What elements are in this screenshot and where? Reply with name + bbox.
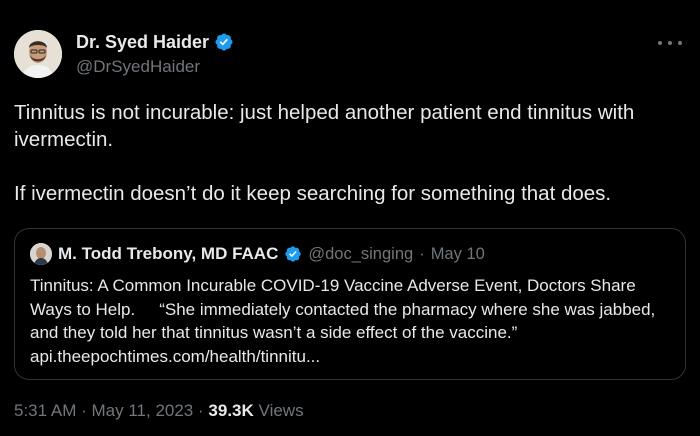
quoted-tweet-header: M. Todd Trebony, MD FAAC @doc_singing · … [30,242,485,266]
quoted-date: May 10 [430,244,485,263]
tweet-meta: 5:31 AM · May 11, 2023 · 39.3K Views [14,401,304,421]
separator: · [198,401,204,420]
author-display-name[interactable]: Dr. Syed Haider [76,32,209,53]
quoted-handle: @doc_singing [308,244,414,263]
tweet-paragraph: Tinnitus is not incurable: just helped a… [14,101,635,151]
verified-badge-icon[interactable] [214,32,234,52]
tweet-date[interactable]: May 11, 2023 [92,401,194,420]
views-label: Views [258,401,304,420]
quoted-display-name: M. Todd Trebony, MD FAAC [58,244,279,263]
quoted-link[interactable]: api.theepochtimes.com/health/tinnitu... [30,347,320,366]
tweet-header: Dr. Syed Haider @DrSyedHaider [14,26,686,82]
tweet-time[interactable]: 5:31 AM [14,401,76,420]
author-handle[interactable]: @DrSyedHaider [76,57,234,77]
more-options-icon[interactable] [658,36,682,50]
separator: · [419,244,425,263]
avatar[interactable] [14,30,62,78]
verified-badge-icon [285,246,302,262]
tweet-text: Tinnitus is not incurable: just helped a… [14,99,686,207]
author-names: Dr. Syed Haider @DrSyedHaider [76,31,234,77]
tweet-paragraph: If ivermectin doesn’t do it keep searchi… [14,182,612,205]
views-count: 39.3K [208,401,254,420]
quoted-tweet-text: Tinnitus: A Common Incurable COVID-19 Va… [30,274,680,368]
tweet: Dr. Syed Haider @DrSyedHaider Tinnitus i… [0,0,700,436]
separator: · [81,401,87,420]
avatar-image [14,30,62,78]
quoted-tweet[interactable]: M. Todd Trebony, MD FAAC @doc_singing · … [14,228,686,380]
quoted-avatar [30,243,52,265]
